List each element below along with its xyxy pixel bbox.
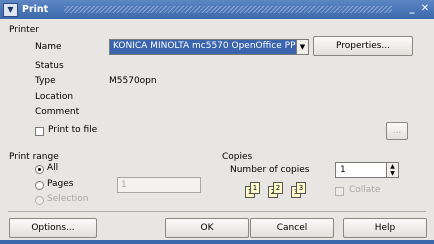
copies-spinbox[interactable]: 1 ▲ ▼ bbox=[335, 162, 399, 178]
browse-file-button[interactable]: ... bbox=[386, 122, 408, 140]
page-icon: 3 bbox=[296, 182, 306, 194]
window-menu-icon[interactable]: ▼ bbox=[3, 3, 18, 17]
status-label: Status bbox=[35, 61, 64, 71]
pages-input[interactable]: 1 bbox=[117, 177, 201, 193]
print-to-file-checkbox[interactable] bbox=[35, 127, 44, 136]
page-icon: 1 bbox=[250, 182, 260, 194]
help-button-label: Help bbox=[374, 223, 396, 233]
ok-button-label: OK bbox=[200, 223, 214, 233]
window-bottom-edge bbox=[0, 240, 434, 244]
spin-arrows-icon[interactable]: ▲ ▼ bbox=[386, 163, 398, 177]
all-radio-label: All bbox=[47, 163, 59, 173]
close-icon[interactable]: ✕ bbox=[419, 3, 431, 15]
separator bbox=[8, 211, 426, 212]
title-bar-hatch bbox=[64, 6, 392, 13]
collate-checkbox[interactable] bbox=[335, 187, 344, 196]
options-button[interactable]: Options... bbox=[9, 218, 97, 238]
ok-button[interactable]: OK bbox=[165, 218, 249, 238]
title-bar: ▼ Print _ ✕ bbox=[0, 0, 434, 19]
selection-radio-label: Selection bbox=[47, 194, 89, 204]
all-radio[interactable] bbox=[35, 165, 44, 174]
properties-button[interactable]: Properties... bbox=[313, 36, 413, 56]
printer-name-select[interactable]: KONICA MINOLTA mc5570 OpenOffice PP ▼ bbox=[109, 39, 309, 55]
copies-section-label: Copies bbox=[222, 152, 253, 162]
pages-radio-label: Pages bbox=[47, 179, 74, 189]
printer-section-label: Printer bbox=[9, 25, 39, 35]
type-label: Type bbox=[35, 76, 56, 86]
page-icon: 2 bbox=[273, 182, 283, 194]
options-button-label: Options... bbox=[31, 223, 75, 233]
number-of-copies-label: Number of copies bbox=[230, 165, 310, 175]
chevron-down-icon[interactable]: ▼ bbox=[296, 40, 308, 54]
name-label: Name bbox=[35, 42, 62, 52]
pages-radio[interactable] bbox=[35, 181, 44, 190]
pages-input-value: 1 bbox=[121, 180, 127, 190]
cancel-button[interactable]: Cancel bbox=[250, 218, 334, 238]
minimize-icon[interactable]: _ bbox=[406, 3, 418, 15]
copies-value: 1 bbox=[340, 165, 346, 175]
window-title: Print bbox=[22, 4, 49, 15]
help-button[interactable]: Help bbox=[343, 218, 427, 238]
browse-file-button-label: ... bbox=[392, 126, 402, 136]
cancel-button-label: Cancel bbox=[276, 223, 308, 233]
properties-button-label: Properties... bbox=[335, 41, 391, 51]
print-to-file-label: Print to file bbox=[48, 125, 98, 135]
selection-radio[interactable] bbox=[35, 196, 44, 205]
location-label: Location bbox=[35, 92, 74, 102]
print-range-section-label: Print range bbox=[9, 152, 59, 162]
comment-label: Comment bbox=[35, 107, 80, 117]
collate-label: Collate bbox=[349, 185, 381, 195]
printer-name-value: KONICA MINOLTA mc5570 OpenOffice PP bbox=[113, 41, 296, 51]
type-value: M5570opn bbox=[109, 76, 157, 86]
